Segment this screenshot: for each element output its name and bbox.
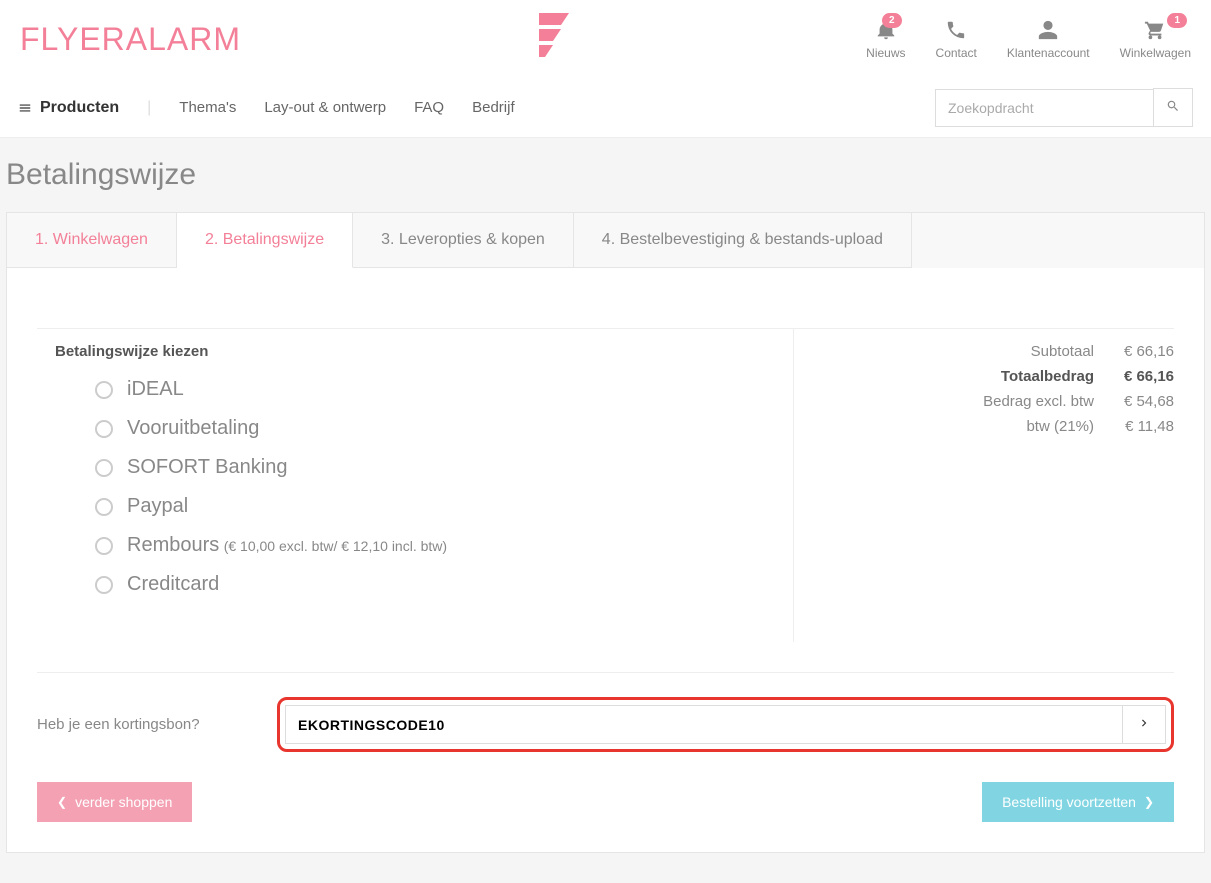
cart-icon xyxy=(1144,19,1166,41)
two-col: Betalingswijze kiezen iDEAL Vooruitbetal… xyxy=(37,328,1174,642)
payment-option-ideal[interactable]: iDEAL xyxy=(95,378,775,401)
chevron-right-icon: ❯ xyxy=(1144,795,1154,809)
totals-col: Subtotaal € 66,16 Totaalbedrag € 66,16 B… xyxy=(794,328,1174,642)
coupon-label: Heb je een kortingsbon? xyxy=(37,716,217,733)
payment-section-title: Betalingswijze kiezen xyxy=(55,343,775,360)
back-button[interactable]: ❮ verder shoppen xyxy=(37,782,192,822)
radio-icon[interactable] xyxy=(95,537,113,555)
main-nav: Producten | Thema's Lay-out & ontwerp FA… xyxy=(0,78,1211,138)
payment-option-creditcard[interactable]: Creditcard xyxy=(95,573,775,596)
nav-left: Producten | Thema's Lay-out & ontwerp FA… xyxy=(18,99,515,117)
page-title: Betalingswijze xyxy=(0,158,1211,212)
brand-logo[interactable]: FLYERALARM xyxy=(20,21,241,58)
coupon-row: Heb je een kortingsbon? xyxy=(37,697,1174,752)
checkout-card: 1. Winkelwagen 2. Betalingswijze 3. Leve… xyxy=(6,212,1205,853)
page: Betalingswijze 1. Winkelwagen 2. Betalin… xyxy=(0,138,1211,883)
tab-payment[interactable]: 2. Betalingswijze xyxy=(177,213,353,268)
phone-icon xyxy=(945,19,967,41)
account-label: Klantenaccount xyxy=(1007,46,1090,60)
coupon-highlight xyxy=(277,697,1174,752)
contact-button[interactable]: Contact xyxy=(936,19,977,60)
account-button[interactable]: Klantenaccount xyxy=(1007,19,1090,60)
payment-col: Betalingswijze kiezen iDEAL Vooruitbetal… xyxy=(37,328,794,642)
nav-products[interactable]: Producten xyxy=(18,99,119,117)
divider xyxy=(37,672,1174,673)
nav-item-layout[interactable]: Lay-out & ontwerp xyxy=(264,99,386,116)
tab-content: Betalingswijze kiezen iDEAL Vooruitbetal… xyxy=(7,268,1204,852)
user-icon xyxy=(1037,19,1059,41)
nav-divider: | xyxy=(147,99,151,117)
radio-icon[interactable] xyxy=(95,576,113,594)
radio-icon[interactable] xyxy=(95,381,113,399)
search-wrap xyxy=(935,88,1193,127)
cart-button[interactable]: 1 Winkelwagen xyxy=(1120,19,1191,60)
coupon-input[interactable] xyxy=(285,705,1122,744)
checkout-tabs: 1. Winkelwagen 2. Betalingswijze 3. Leve… xyxy=(7,213,1204,268)
payment-option-paypal[interactable]: Paypal xyxy=(95,495,775,518)
payment-option-rembours[interactable]: Rembours (€ 10,00 excl. btw/ € 12,10 inc… xyxy=(95,534,775,557)
search-input[interactable] xyxy=(935,89,1153,127)
radio-icon[interactable] xyxy=(95,498,113,516)
payment-option-sofort[interactable]: SOFORT Banking xyxy=(95,456,775,479)
next-button[interactable]: Bestelling voortzetten ❯ xyxy=(982,782,1174,822)
tab-confirmation[interactable]: 4. Bestelbevestiging & bestands-upload xyxy=(574,213,912,268)
chevron-left-icon: ❮ xyxy=(57,795,67,809)
tab-delivery[interactable]: 3. Leveropties & kopen xyxy=(353,213,574,268)
search-icon xyxy=(1166,99,1180,113)
nav-item-bedrijf[interactable]: Bedrijf xyxy=(472,99,515,116)
totals-subtotal: Subtotaal € 66,16 xyxy=(812,343,1174,360)
action-row: ❮ verder shoppen Bestelling voortzetten … xyxy=(37,782,1174,822)
header: FLYERALARM 2 Nieuws Contact Klantenaccou… xyxy=(0,0,1211,78)
nav-item-themes[interactable]: Thema's xyxy=(179,99,236,116)
tab-cart[interactable]: 1. Winkelwagen xyxy=(7,213,177,268)
radio-icon[interactable] xyxy=(95,459,113,477)
nieuws-button[interactable]: 2 Nieuws xyxy=(866,19,905,60)
header-actions: 2 Nieuws Contact Klantenaccount 1 Winkel… xyxy=(866,19,1191,60)
totals-total: Totaalbedrag € 66,16 xyxy=(812,368,1174,385)
nieuws-badge: 2 xyxy=(882,13,902,28)
cart-label: Winkelwagen xyxy=(1120,46,1191,60)
contact-label: Contact xyxy=(936,46,977,60)
brand-mark-icon xyxy=(539,13,569,66)
hamburger-icon xyxy=(18,101,32,115)
chevron-right-icon xyxy=(1137,716,1151,730)
cart-badge: 1 xyxy=(1167,13,1187,28)
radio-icon[interactable] xyxy=(95,420,113,438)
payment-option-vooruitbetaling[interactable]: Vooruitbetaling xyxy=(95,417,775,440)
totals-excl-btw: Bedrag excl. btw € 54,68 xyxy=(812,393,1174,410)
nav-item-faq[interactable]: FAQ xyxy=(414,99,444,116)
nieuws-label: Nieuws xyxy=(866,46,905,60)
coupon-submit-button[interactable] xyxy=(1122,705,1166,744)
search-button[interactable] xyxy=(1153,88,1193,127)
totals-btw: btw (21%) € 11,48 xyxy=(812,418,1174,435)
